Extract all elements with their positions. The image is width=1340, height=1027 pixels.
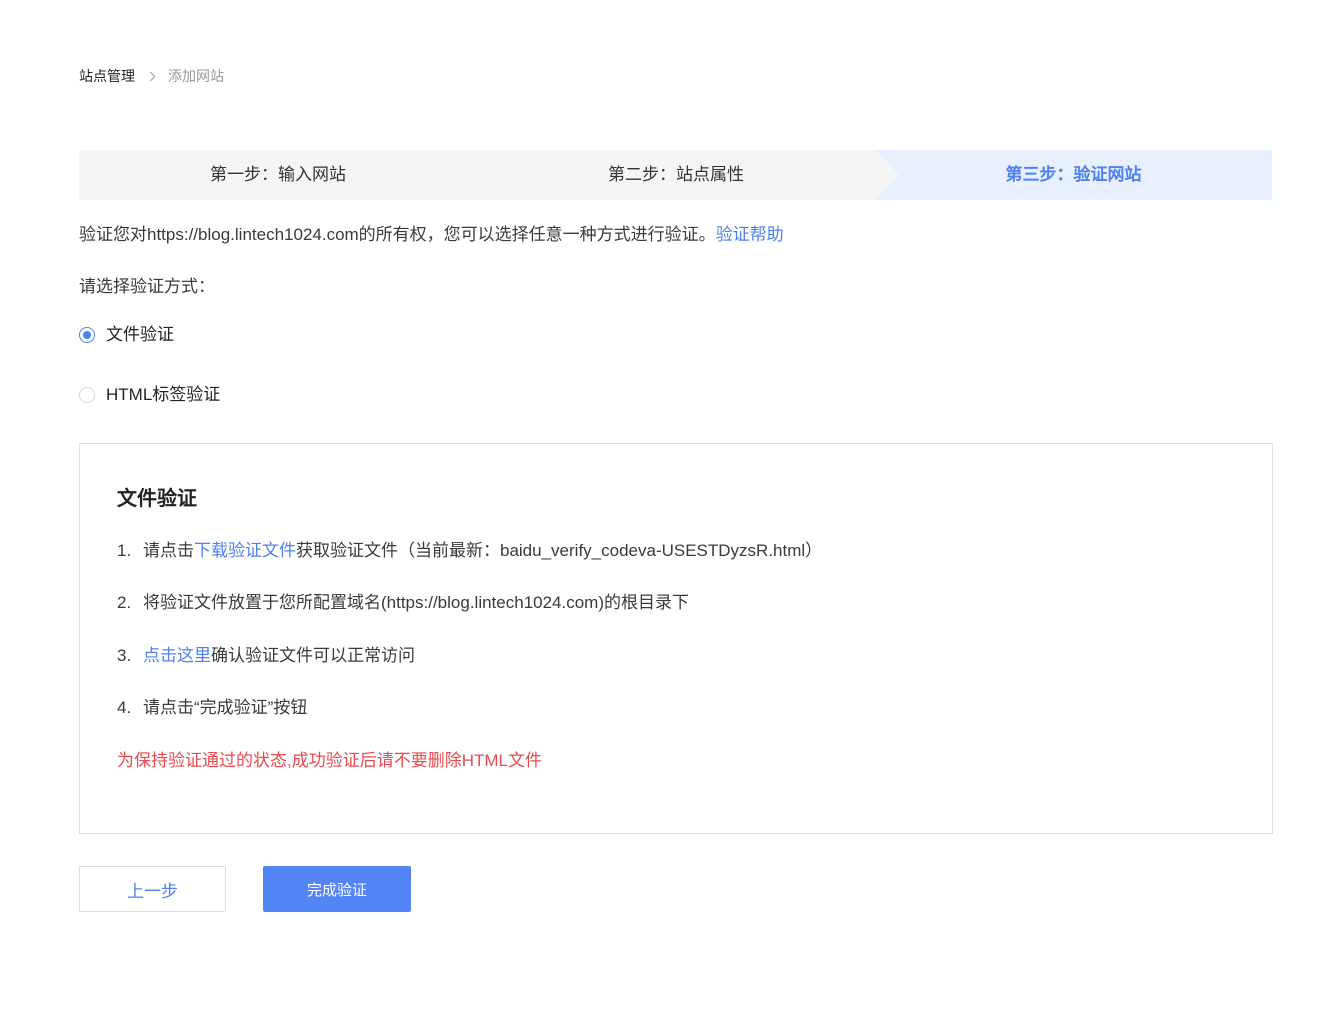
step-number: 4. <box>117 698 132 717</box>
step-number: 1. <box>117 541 132 560</box>
method-label-html-tag[interactable]: HTML标签验证 <box>106 383 220 407</box>
method-option-html-tag[interactable]: HTML标签验证 <box>79 383 220 407</box>
verification-intro: 验证您对https://blog.lintech1024.com的所有权，您可以… <box>79 223 784 247</box>
step-site-properties: 第二步：站点属性 <box>608 165 744 184</box>
file-verification-panel: 文件验证 1. 请点击下载验证文件获取验证文件（当前最新：baidu_verify… <box>79 443 1273 834</box>
warning-text: 为保持验证通过的状态,成功验证后请不要删除HTML文件 <box>117 751 542 770</box>
step-number: 2. <box>117 593 132 612</box>
radio-button-file[interactable] <box>79 327 95 343</box>
radio-button-html-tag[interactable] <box>79 387 95 403</box>
intro-text: 验证您对https://blog.lintech1024.com的所有权，您可以… <box>79 225 716 244</box>
step-verify-site: 第三步：验证网站 <box>875 150 1272 200</box>
previous-step-button[interactable]: 上一步 <box>79 866 226 912</box>
instruction-text: 获取验证文件（当前最新：baidu_verify_codeva-USESTDyz… <box>296 541 823 560</box>
panel-title: 文件验证 <box>117 488 197 510</box>
step-input-site: 第一步：输入网站 <box>210 165 346 184</box>
method-prompt: 请选择验证方式： <box>79 277 215 296</box>
instruction-text: 确认验证文件可以正常访问 <box>211 646 415 665</box>
instruction-text: 将验证文件放置于您所配置域名(https://blog.lintech1024.… <box>143 593 690 612</box>
instruction-step-3: 3. 点击这里确认验证文件可以正常访问 <box>117 644 1235 668</box>
progress-steps: 第一步：输入网站 第二步：站点属性 第三步：验证网站 <box>79 150 1272 200</box>
verification-help-link[interactable]: 验证帮助 <box>716 225 784 244</box>
breadcrumb-add-site: 添加网站 <box>168 68 224 84</box>
instruction-step-1: 1. 请点击下载验证文件获取验证文件（当前最新：baidu_verify_code… <box>117 539 1235 563</box>
instruction-text: 请点击“完成验证”按钮 <box>143 698 308 717</box>
download-verify-file-link[interactable]: 下载验证文件 <box>194 541 296 560</box>
breadcrumb: 站点管理 添加网站 <box>79 66 224 86</box>
instruction-step-2: 2. 将验证文件放置于您所配置域名(https://blog.lintech102… <box>117 591 1235 615</box>
check-file-access-link[interactable]: 点击这里 <box>143 646 211 665</box>
step-arrow-divider <box>875 150 899 200</box>
method-option-file[interactable]: 文件验证 <box>79 323 174 347</box>
method-label-file[interactable]: 文件验证 <box>106 323 174 347</box>
chevron-right-icon <box>145 71 156 81</box>
breadcrumb-site-management[interactable]: 站点管理 <box>79 66 135 86</box>
complete-verification-button[interactable]: 完成验证 <box>263 866 411 912</box>
instruction-step-4: 4. 请点击“完成验证”按钮 <box>117 696 1235 720</box>
instruction-text: 请点击 <box>143 541 194 560</box>
step-number: 3. <box>117 646 132 665</box>
